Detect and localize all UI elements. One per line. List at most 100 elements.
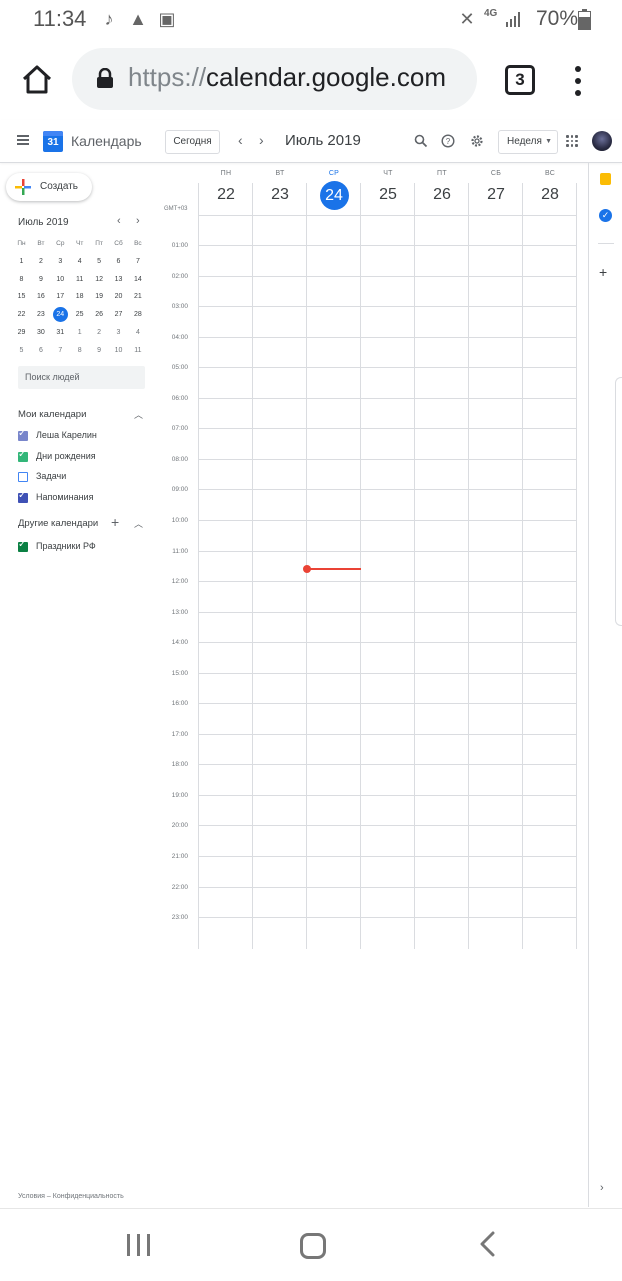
day-header[interactable]: СР 24 <box>307 170 361 210</box>
mini-day[interactable]: 1 <box>12 253 31 270</box>
next-week-icon[interactable]: › <box>259 132 264 148</box>
calendar-item[interactable]: Леша Карелин <box>18 428 148 445</box>
mini-day[interactable]: 11 <box>70 271 89 288</box>
calendar-item[interactable]: Напоминания <box>18 490 148 507</box>
mini-day[interactable]: 9 <box>90 342 109 359</box>
mini-day[interactable]: 1 <box>70 324 89 341</box>
day-header[interactable]: ПН 22 <box>199 170 253 209</box>
mini-day[interactable]: 20 <box>109 288 128 305</box>
mini-day[interactable]: 18 <box>70 288 89 305</box>
side-panel-handle[interactable] <box>615 377 622 626</box>
mini-day[interactable]: 31 <box>51 324 70 341</box>
day-header[interactable]: ВС 28 <box>523 170 577 209</box>
calendar-item[interactable]: Праздники РФ <box>18 539 148 556</box>
mini-day[interactable]: 2 <box>31 253 50 270</box>
mini-day[interactable]: 9 <box>31 271 50 288</box>
mini-day[interactable]: 23 <box>31 306 50 323</box>
today-button[interactable]: Сегодня <box>165 130 220 154</box>
mini-day[interactable]: 4 <box>128 324 147 341</box>
mini-day[interactable]: 29 <box>12 324 31 341</box>
hour-line <box>198 642 577 644</box>
create-button[interactable]: Создать <box>6 173 92 201</box>
my-calendars-title[interactable]: Мои календари <box>18 409 86 420</box>
browser-menu-icon[interactable] <box>570 64 586 98</box>
footer-links[interactable]: Условия – Конфиденциальность <box>18 1193 124 1200</box>
main-menu-icon[interactable] <box>17 135 29 145</box>
calendar-checkbox[interactable] <box>18 490 28 503</box>
mini-day[interactable]: 13 <box>109 271 128 288</box>
people-search-input[interactable]: Поиск людей <box>18 366 145 389</box>
mini-day[interactable]: 26 <box>90 306 109 323</box>
home-icon[interactable] <box>20 62 54 96</box>
tasks-icon[interactable]: ✓ <box>599 209 612 222</box>
mini-day[interactable]: 30 <box>31 324 50 341</box>
day-header[interactable]: СБ 27 <box>469 170 523 209</box>
apps-grid-icon[interactable] <box>566 135 578 147</box>
hour-line <box>198 397 577 399</box>
mini-day[interactable]: 17 <box>51 288 70 305</box>
mini-day[interactable]: 21 <box>128 288 147 305</box>
calendar-checkbox[interactable] <box>18 472 28 482</box>
mini-day[interactable]: 15 <box>12 288 31 305</box>
mini-day[interactable]: 3 <box>109 324 128 341</box>
day-header[interactable]: ВТ 23 <box>253 170 307 209</box>
mini-day[interactable]: 3 <box>51 253 70 270</box>
mini-day[interactable]: 8 <box>12 271 31 288</box>
mini-day[interactable]: 12 <box>90 271 109 288</box>
help-icon[interactable]: ? <box>441 134 455 148</box>
mini-day[interactable]: 14 <box>128 271 147 288</box>
prev-week-icon[interactable]: ‹ <box>238 132 243 148</box>
search-icon[interactable] <box>414 134 428 148</box>
mini-day[interactable]: 25 <box>70 306 89 323</box>
mini-day[interactable]: 28 <box>128 306 147 323</box>
nav-back-icon[interactable] <box>478 1231 498 1257</box>
account-avatar[interactable] <box>592 131 612 151</box>
collapse-chevron-icon[interactable]: ︿ <box>134 517 143 530</box>
mini-day[interactable]: 8 <box>70 342 89 359</box>
add-addon-plus-icon[interactable]: + <box>599 264 607 280</box>
nav-home-icon[interactable] <box>300 1233 326 1259</box>
recent-apps-icon[interactable] <box>127 1234 151 1256</box>
mini-day[interactable]: 19 <box>90 288 109 305</box>
calendar-checkbox[interactable] <box>18 539 28 552</box>
calendar-checkbox[interactable] <box>18 449 28 462</box>
calendar-checkbox[interactable] <box>18 428 28 441</box>
calendar-item[interactable]: Задачи <box>18 470 148 486</box>
day-header[interactable]: ЧТ 25 <box>361 170 415 209</box>
mini-day[interactable]: 2 <box>90 324 109 341</box>
settings-gear-icon[interactable] <box>470 134 484 148</box>
svg-text:?: ? <box>446 137 451 146</box>
mini-day[interactable]: 4 <box>70 253 89 270</box>
calendar-logo-icon[interactable]: 31 <box>43 131 63 152</box>
mini-day[interactable]: 6 <box>109 253 128 270</box>
mini-day[interactable]: 7 <box>51 342 70 359</box>
add-calendar-plus-icon[interactable]: + <box>111 514 119 530</box>
mini-day[interactable]: 10 <box>51 271 70 288</box>
mini-prev-month-icon[interactable]: ‹ <box>117 215 121 227</box>
tab-switcher-button[interactable]: 3 <box>505 65 535 95</box>
calendar-item[interactable]: Дни рождения <box>18 449 148 466</box>
mini-day[interactable]: 5 <box>12 342 31 359</box>
battery-icon <box>578 9 591 30</box>
mini-day[interactable]: 11 <box>128 342 147 359</box>
expand-panel-chevron-icon[interactable]: › <box>600 1182 604 1194</box>
mini-next-month-icon[interactable]: › <box>136 215 140 227</box>
keep-icon[interactable] <box>600 173 611 185</box>
mini-day[interactable]: 27 <box>109 306 128 323</box>
mini-day[interactable]: 16 <box>31 288 50 305</box>
mini-day[interactable]: 5 <box>90 253 109 270</box>
mini-weekday-head: Сб <box>114 240 123 247</box>
other-calendars-title[interactable]: Другие календари <box>18 518 98 529</box>
mini-day[interactable]: 7 <box>128 253 147 270</box>
day-header[interactable]: ПТ 26 <box>415 170 469 209</box>
mini-day[interactable]: 6 <box>31 342 50 359</box>
day-date: 23 <box>271 186 289 203</box>
app-title[interactable]: Календарь <box>71 133 142 149</box>
day-name: ПТ <box>437 170 447 177</box>
mini-day[interactable]: 10 <box>109 342 128 359</box>
mini-day[interactable]: 24 <box>51 306 70 323</box>
view-select[interactable]: Неделя ▼ <box>498 130 558 154</box>
mini-day[interactable]: 22 <box>12 306 31 323</box>
url-bar[interactable]: https://calendar.google.com <box>72 48 477 110</box>
collapse-chevron-icon[interactable]: ︿ <box>134 408 143 421</box>
